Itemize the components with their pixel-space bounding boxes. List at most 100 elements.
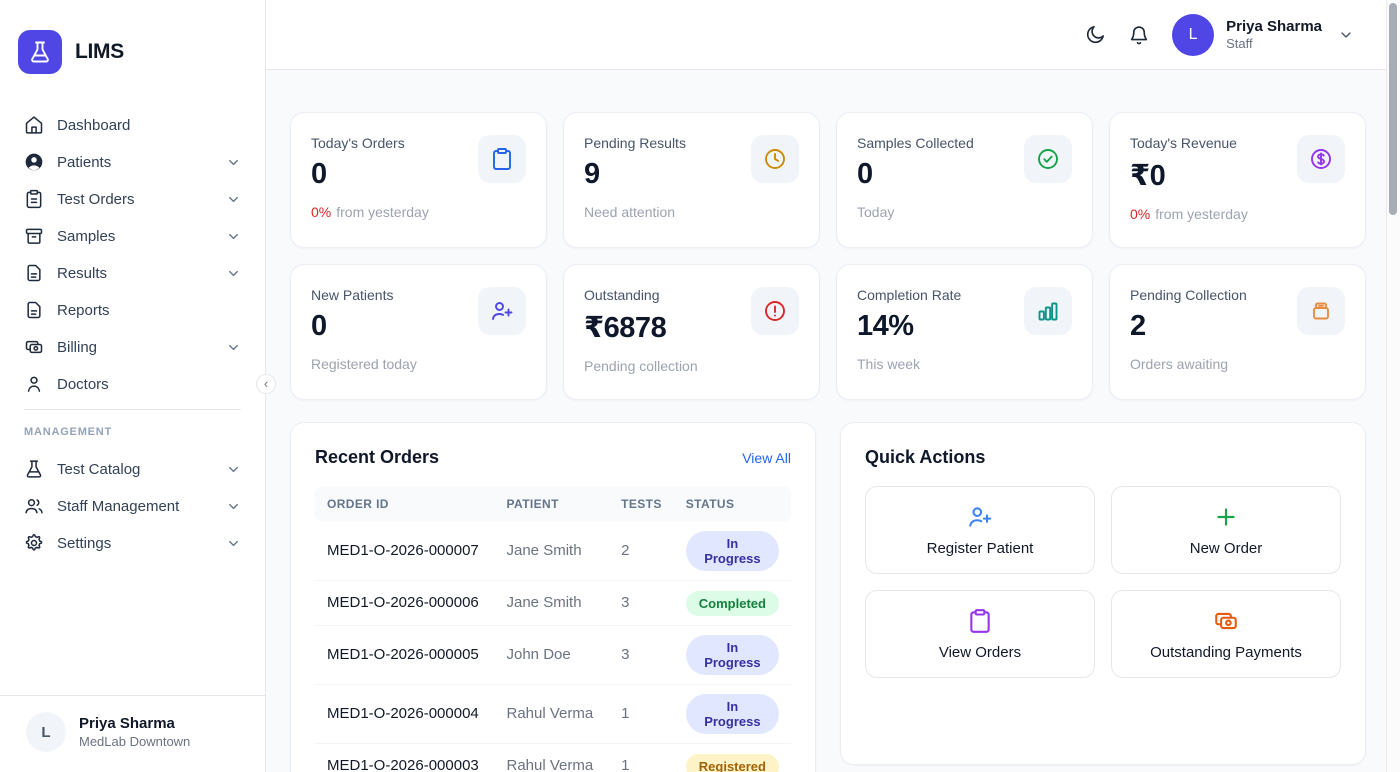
column-header-patient: PATIENT — [495, 486, 610, 522]
main-content: Today's Orders 0 0%from yesterday Pendin… — [266, 70, 1400, 772]
status-badge: Registered — [686, 754, 779, 772]
table-header-row: ORDER ID PATIENT TESTS STATUS — [315, 486, 791, 522]
status-badge: In Progress — [686, 694, 779, 734]
banknotes-icon — [1213, 608, 1239, 634]
sidebar-item-billing[interactable]: Billing — [14, 330, 251, 364]
stat-card-pending-results: Pending Results 9 Need attention — [563, 112, 820, 248]
sidebar-item-doctors[interactable]: Doctors — [14, 367, 251, 401]
sidebar-management-nav: Test Catalog Staff Management Settings — [0, 452, 265, 560]
stat-card-todays-revenue: Today's Revenue ₹0 0%from yesterday — [1109, 112, 1366, 248]
register-patient-button[interactable]: Register Patient — [865, 486, 1095, 574]
user-plus-icon — [967, 504, 993, 530]
view-orders-button[interactable]: View Orders — [865, 590, 1095, 678]
table-row[interactable]: MED1-O-2026-000006 Jane Smith 3 Complete… — [315, 581, 791, 626]
tests-cell: 2 — [609, 522, 674, 581]
stat-value: 14% — [857, 310, 961, 343]
stats-grid: Today's Orders 0 0%from yesterday Pendin… — [290, 112, 1366, 400]
app-title: LIMS — [75, 40, 124, 64]
chevron-down-icon — [226, 340, 241, 355]
stat-card-new-patients: New Patients 0 Registered today — [290, 264, 547, 400]
sidebar-item-samples[interactable]: Samples — [14, 219, 251, 253]
order-id-cell: MED1-O-2026-000003 — [315, 744, 495, 772]
stat-card-pending-collection: Pending Collection 2 Orders awaiting — [1109, 264, 1366, 400]
dark-mode-toggle-moon-icon[interactable] — [1084, 24, 1106, 46]
sidebar-item-reports[interactable]: Reports — [14, 293, 251, 327]
stat-value: 0 — [311, 310, 417, 343]
status-badge: In Progress — [686, 531, 779, 571]
users-icon — [24, 496, 44, 516]
table-row[interactable]: MED1-O-2026-000005 John Doe 3 In Progres… — [315, 626, 791, 685]
file-text-icon — [24, 263, 44, 283]
clipboard-icon — [478, 135, 526, 183]
order-id-cell: MED1-O-2026-000006 — [315, 581, 495, 626]
new-order-button[interactable]: New Order — [1111, 486, 1341, 574]
stat-value: 0 — [311, 158, 429, 191]
scrollbar-track[interactable] — [1386, 0, 1400, 772]
flask-icon — [24, 459, 44, 479]
chevron-down-icon — [226, 462, 241, 477]
check-circle-icon — [1024, 135, 1072, 183]
view-all-link[interactable]: View All — [742, 450, 791, 466]
chevron-down-icon — [226, 155, 241, 170]
recent-orders-table: ORDER ID PATIENT TESTS STATUS MED1-O-202… — [315, 486, 791, 772]
status-badge: Completed — [686, 591, 779, 616]
bar-chart-icon — [1024, 287, 1072, 335]
sidebar-item-test-catalog[interactable]: Test Catalog — [14, 452, 251, 486]
chevron-down-icon — [226, 536, 241, 551]
stat-card-samples-collected: Samples Collected 0 Today — [836, 112, 1093, 248]
quick-actions-panel: Quick Actions Register Patient New Order… — [840, 422, 1366, 765]
stat-title: Samples Collected — [857, 135, 974, 151]
tests-cell: 3 — [609, 626, 674, 685]
stat-title: New Patients — [311, 287, 417, 303]
scrollbar-thumb[interactable] — [1389, 3, 1397, 215]
sidebar-item-results[interactable]: Results — [14, 256, 251, 290]
stat-value: 9 — [584, 158, 686, 191]
banknote-icon — [24, 337, 44, 357]
patient-cell: Rahul Verma — [495, 744, 610, 772]
sidebar-item-settings[interactable]: Settings — [14, 526, 251, 560]
outstanding-payments-button[interactable]: Outstanding Payments — [1111, 590, 1341, 678]
chevron-down-icon — [226, 229, 241, 244]
sidebar-user-name: Priya Sharma — [79, 715, 190, 732]
patient-cell: Jane Smith — [495, 581, 610, 626]
stat-title: Today's Orders — [311, 135, 429, 151]
home-icon — [24, 115, 44, 135]
sidebar-item-patients[interactable]: Patients — [14, 145, 251, 179]
stat-title: Today's Revenue — [1130, 135, 1248, 151]
chevron-down-icon — [226, 266, 241, 281]
clipboard-list-icon — [24, 189, 44, 209]
sidebar-collapse-button[interactable]: ‹ — [256, 374, 276, 394]
stat-title: Pending Collection — [1130, 287, 1247, 303]
patient-cell: Rahul Verma — [495, 685, 610, 744]
order-id-cell: MED1-O-2026-000007 — [315, 522, 495, 581]
quick-actions-title: Quick Actions — [865, 447, 985, 468]
stat-subtitle: Need attention — [584, 204, 686, 220]
order-id-cell: MED1-O-2026-000004 — [315, 685, 495, 744]
notifications-bell-icon[interactable] — [1128, 24, 1150, 46]
stat-subtitle: 0%from yesterday — [311, 204, 429, 220]
plus-icon — [1213, 504, 1239, 530]
table-row[interactable]: MED1-O-2026-000004 Rahul Verma 1 In Prog… — [315, 685, 791, 744]
change-percent: 0% — [311, 204, 331, 220]
app-logo[interactable]: LIMS — [0, 0, 265, 74]
avatar: L — [26, 712, 66, 752]
stat-title: Pending Results — [584, 135, 686, 151]
sidebar-item-staff-management[interactable]: Staff Management — [14, 489, 251, 523]
sidebar-item-test-orders[interactable]: Test Orders — [14, 182, 251, 216]
stat-subtitle: Orders awaiting — [1130, 356, 1247, 372]
sidebar-item-dashboard[interactable]: Dashboard — [14, 108, 251, 142]
management-section-label: Management — [0, 410, 265, 446]
dollar-circle-icon — [1297, 135, 1345, 183]
stat-subtitle: This week — [857, 356, 961, 372]
user-circle-filled-icon — [24, 152, 44, 172]
stat-value: ₹0 — [1130, 158, 1248, 193]
table-row[interactable]: MED1-O-2026-000007 Jane Smith 2 In Progr… — [315, 522, 791, 581]
column-header-tests: TESTS — [609, 486, 674, 522]
gear-icon — [24, 533, 44, 553]
user-menu[interactable]: L Priya Sharma Staff — [1172, 14, 1354, 56]
tests-cell: 1 — [609, 744, 674, 772]
user-plus-icon — [478, 287, 526, 335]
stat-value: 0 — [857, 158, 974, 191]
sidebar-user-card[interactable]: L Priya Sharma MedLab Downtown — [0, 695, 265, 772]
table-row[interactable]: MED1-O-2026-000003 Rahul Verma 1 Registe… — [315, 744, 791, 772]
